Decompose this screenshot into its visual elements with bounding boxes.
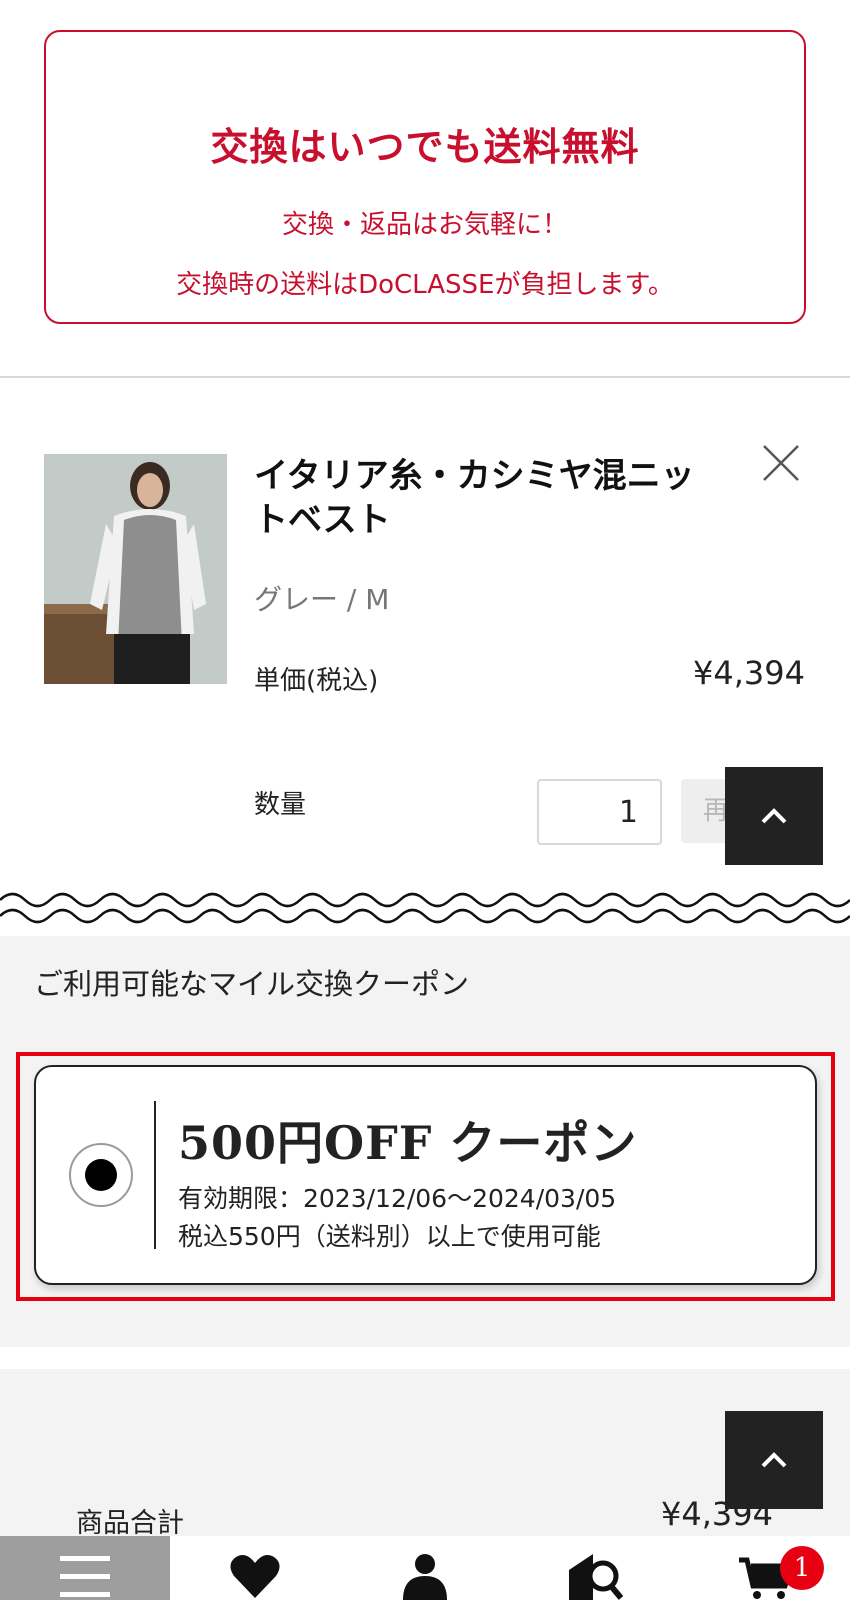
store-search-icon (569, 1554, 623, 1600)
chevron-up-icon (761, 808, 787, 824)
remove-item-button[interactable] (760, 442, 802, 484)
cart-count-badge: 1 (780, 1546, 824, 1590)
scroll-to-top-button[interactable] (725, 1411, 823, 1509)
scroll-to-top-button[interactable] (725, 767, 823, 865)
coupon-radio[interactable] (69, 1143, 133, 1207)
menu-icon (60, 1556, 110, 1597)
subtotal-label: 商品合計 (76, 1508, 184, 1539)
nav-cart[interactable] (680, 1536, 850, 1600)
heart-icon (230, 1555, 280, 1598)
bottom-navigation (0, 1536, 850, 1600)
coupon-title: 500円OFF クーポン (178, 1116, 638, 1170)
coupon-section: ご利用可能なマイル交換クーポン 500円OFF クーポン 有効期限：2023/1… (0, 955, 850, 1347)
unit-price-value: ¥4,394 (693, 654, 805, 692)
coupon-condition: 税込550円（送料別）以上で使用可能 (178, 1222, 601, 1251)
coupon-section-heading: ご利用可能なマイル交換クーポン (34, 967, 470, 1001)
quantity-input[interactable] (537, 779, 662, 845)
nav-account[interactable] (340, 1536, 510, 1600)
radio-selected-dot (85, 1159, 117, 1191)
free-shipping-notice: 交換はいつでも送料無料 交換・返品はお気軽に！ 交換時の送料はDoCLASSEが… (44, 30, 806, 324)
coupon-expiry: 有効期限：2023/12/06〜2024/03/05 (178, 1184, 617, 1213)
product-variant: グレー / M (254, 583, 390, 616)
close-icon (763, 445, 799, 481)
product-image[interactable] (44, 454, 227, 684)
nav-menu[interactable] (0, 1536, 170, 1600)
notice-title: 交換はいつでも送料無料 (210, 125, 640, 169)
user-icon (403, 1554, 447, 1600)
wave-divider (0, 892, 850, 956)
coupon-card[interactable]: 500円OFF クーポン 有効期限：2023/12/06〜2024/03/05 … (34, 1065, 817, 1285)
notice-line-2: 交換時の送料はDoCLASSEが負担します。 (176, 270, 674, 300)
nav-store-search[interactable] (510, 1536, 680, 1600)
chevron-up-icon (761, 1452, 787, 1468)
notice-line-1: 交換・返品はお気軽に！ (281, 210, 568, 240)
coupon-divider (154, 1101, 156, 1249)
quantity-label: 数量 (254, 790, 307, 820)
unit-price-label: 単価(税込) (254, 666, 379, 696)
nav-favorites[interactable] (170, 1536, 340, 1600)
product-name[interactable]: イタリア糸・カシミヤ混ニットベスト (254, 454, 724, 542)
section-divider (0, 376, 850, 378)
